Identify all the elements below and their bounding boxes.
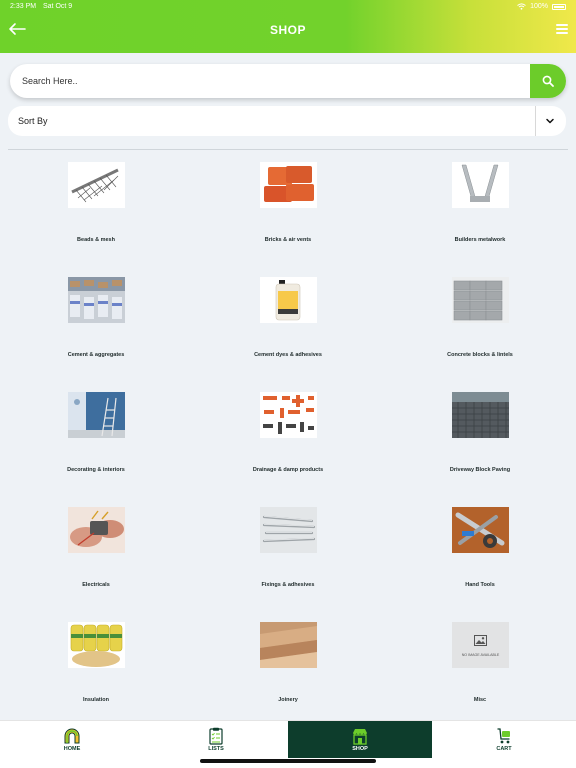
- bricks-image: [260, 162, 317, 208]
- hamburger-menu-icon[interactable]: [556, 24, 568, 34]
- shop-icon: [352, 729, 368, 745]
- category-tile[interactable]: Cement dyes & adhesives: [192, 270, 384, 384]
- nav-label: HOME: [63, 746, 81, 752]
- status-date: Sat Oct 9: [43, 3, 73, 10]
- category-label: Driveway Block Paving: [449, 467, 511, 473]
- concrete-blocks-image: [452, 277, 509, 323]
- image-placeholder-icon: [474, 635, 487, 646]
- electricals-image: [68, 507, 125, 553]
- home-indicator: [200, 759, 376, 763]
- category-tile[interactable]: NO IMAGE AVAILABLE Misc: [384, 615, 576, 729]
- category-tile[interactable]: Fixings & adhesives: [192, 500, 384, 614]
- home-icon: [64, 728, 80, 744]
- category-tile[interactable]: Electricals: [0, 500, 192, 614]
- cement-image: [68, 277, 125, 323]
- metalwork-image: [452, 162, 509, 208]
- drainage-image: [260, 392, 317, 438]
- beads-mesh-image: [68, 162, 125, 208]
- hand-tools-image: [452, 507, 509, 553]
- category-tile[interactable]: Drainage & damp products: [192, 385, 384, 499]
- category-label: Hand Tools: [465, 582, 495, 588]
- search-button[interactable]: [530, 64, 566, 98]
- nav-lists[interactable]: LISTS: [144, 721, 288, 758]
- nav-shop[interactable]: SHOP: [288, 721, 432, 758]
- page-title: SHOP: [269, 23, 306, 37]
- category-tile[interactable]: Decorating & interiors: [0, 385, 192, 499]
- nav-label: CART: [496, 746, 512, 752]
- sort-divider: [535, 106, 536, 136]
- category-label: Cement & aggregates: [67, 352, 125, 358]
- category-label: Drainage & damp products: [252, 467, 324, 473]
- cement-dye-image: [260, 277, 317, 323]
- search-input[interactable]: [10, 64, 530, 98]
- nav-home[interactable]: HOME: [0, 721, 144, 758]
- category-tile[interactable]: Builders metalwork: [384, 155, 576, 269]
- sort-dropdown[interactable]: Sort By: [8, 106, 566, 136]
- clipboard-icon: [209, 727, 223, 745]
- fixings-image: [260, 507, 317, 553]
- category-label: Insulation: [83, 697, 109, 703]
- search-icon: [542, 75, 554, 87]
- category-label: Bricks & air vents: [264, 237, 312, 243]
- battery-icon: [552, 3, 566, 10]
- category-label: Electricals: [82, 582, 110, 588]
- category-tile[interactable]: Insulation: [0, 615, 192, 729]
- category-tile[interactable]: Concrete blocks & lintels: [384, 270, 576, 384]
- category-label: Concrete blocks & lintels: [447, 352, 513, 358]
- category-tile[interactable]: Bricks & air vents: [192, 155, 384, 269]
- battery-percent: 100%: [530, 3, 548, 10]
- nav-label: SHOP: [352, 746, 368, 752]
- category-tile[interactable]: Hand Tools: [384, 500, 576, 614]
- cart-icon: [497, 728, 510, 744]
- insulation-image: [68, 622, 125, 668]
- category-tile[interactable]: Cement & aggregates: [0, 270, 192, 384]
- chevron-down-icon: [546, 118, 554, 124]
- category-tile[interactable]: Joinery: [192, 615, 384, 729]
- search-bar: [10, 64, 566, 98]
- paving-image: [452, 392, 509, 438]
- app-header: 2:33 PM Sat Oct 9 100% SHOP: [0, 0, 576, 53]
- category-tile[interactable]: Driveway Block Paving: [384, 385, 576, 499]
- divider: [8, 149, 568, 150]
- sort-label: Sort By: [18, 116, 48, 126]
- status-right: 100%: [517, 3, 566, 10]
- wifi-icon: [517, 3, 526, 10]
- category-label: Joinery: [278, 697, 298, 703]
- no-image-placeholder: NO IMAGE AVAILABLE: [452, 622, 509, 668]
- category-label: Decorating & interiors: [67, 467, 125, 473]
- nav-label: LISTS: [208, 746, 224, 752]
- decorating-image: [68, 392, 125, 438]
- no-image-text: NO IMAGE AVAILABLE: [461, 653, 500, 657]
- nav-cart[interactable]: CART: [432, 721, 576, 758]
- category-label: Cement dyes & adhesives: [254, 352, 322, 358]
- category-label: Fixings & adhesives: [261, 582, 315, 588]
- category-label: Builders metalwork: [454, 237, 506, 243]
- joinery-image: [260, 622, 317, 668]
- category-label: Beads & mesh: [77, 237, 115, 243]
- status-bar: 2:33 PM Sat Oct 9 100%: [10, 3, 566, 13]
- category-tile[interactable]: Beads & mesh: [0, 155, 192, 269]
- category-label: Misc: [473, 697, 487, 703]
- status-time: 2:33 PM: [10, 3, 37, 10]
